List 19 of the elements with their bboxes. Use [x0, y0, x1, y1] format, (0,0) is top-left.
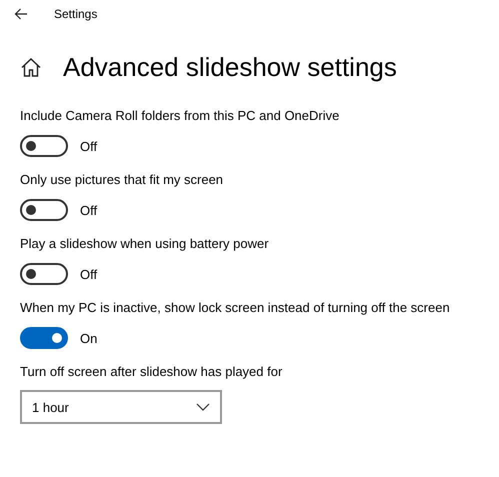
toggle-state: Off: [80, 138, 98, 154]
back-arrow-icon[interactable]: [14, 8, 28, 20]
toggle-switch[interactable]: [20, 263, 68, 285]
setting-label: Only use pictures that fit my screen: [20, 171, 224, 188]
setting-label: When my PC is inactive, show lock screen instead of turning off the screen: [20, 299, 450, 316]
window-title: Settings: [54, 7, 98, 21]
toggle-state: Off: [80, 266, 98, 282]
setting-label: Play a slideshow when using battery power: [20, 235, 270, 252]
toggle-switch[interactable]: [20, 327, 68, 349]
chevron-down-icon: [196, 403, 210, 411]
setting-label: Include Camera Roll folders from this PC and OneDrive: [20, 107, 340, 124]
home-icon: [21, 58, 41, 77]
toggle-switch[interactable]: [20, 199, 68, 221]
setting-label: Turn off screen after slideshow has played for: [20, 363, 284, 380]
toggle-state: Off: [80, 202, 98, 218]
toggle-state: On: [80, 330, 98, 346]
toggle-switch[interactable]: [20, 135, 68, 157]
duration-dropdown[interactable]: 1 hour: [20, 390, 222, 424]
page-title: Advanced slideshow settings: [63, 52, 397, 83]
